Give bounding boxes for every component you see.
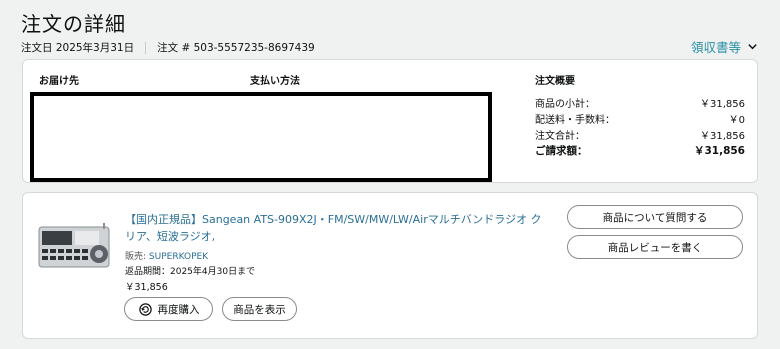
- grand-total-value: ￥31,856: [693, 145, 745, 157]
- view-item-label: 商品を表示: [233, 303, 286, 316]
- page-title: 注文の詳細: [21, 12, 126, 36]
- order-total-value: ￥31,856: [700, 131, 745, 142]
- return-deadline: 返品期間：2025年4月30日まで: [125, 267, 256, 277]
- order-item-card: 【国内正規品】Sangean ATS-909X2J・FM/SW/MW/LW/Ai…: [22, 192, 758, 339]
- write-review-button[interactable]: 商品レビューを書く: [567, 235, 743, 259]
- write-review-label: 商品レビューを書く: [607, 241, 703, 254]
- view-item-button[interactable]: 商品を表示: [222, 297, 297, 321]
- shipping-label: 配送料・手数料：: [535, 115, 615, 126]
- order-number: 注文 # 503-5557235-8697439: [157, 42, 315, 54]
- seller-label: 販売:: [125, 252, 147, 262]
- order-total-label: 注文合計：: [535, 131, 585, 142]
- item-title-link[interactable]: 【国内正規品】Sangean ATS-909X2J・FM/SW/MW/LW/Ai…: [125, 211, 545, 245]
- ship-to-heading: お届け先: [39, 76, 79, 87]
- grand-total-row: ご請求額： ￥31,856: [535, 143, 745, 158]
- subtotal-value: ￥31,856: [700, 99, 745, 110]
- order-summary-card: お届け先 支払い方法 注文概要 商品の小計： ￥31,856 配送料・手数料： …: [22, 59, 758, 183]
- shipping-row: 配送料・手数料： ￥0: [535, 111, 745, 126]
- order-meta: 注文日 2025年3月31日 注文 # 503-5557235-8697439: [21, 40, 315, 55]
- shipping-value: ￥0: [728, 115, 745, 126]
- product-image[interactable]: [37, 221, 111, 271]
- subtotal-label: 商品の小計：: [535, 99, 595, 110]
- ask-product-question-button[interactable]: 商品について質問する: [567, 205, 743, 229]
- buy-again-icon: [138, 302, 152, 316]
- item-price: ￥31,856: [125, 282, 168, 293]
- payment-method-heading: 支払い方法: [250, 76, 300, 87]
- subtotal-row: 商品の小計： ￥31,856: [535, 95, 745, 110]
- order-date: 注文日 2025年3月31日: [21, 42, 135, 54]
- grand-total-label: ご請求額：: [535, 145, 588, 157]
- ask-question-label: 商品について質問する: [602, 211, 708, 224]
- meta-divider: [145, 41, 147, 54]
- chevron-down-icon: [748, 44, 757, 50]
- buy-again-button[interactable]: 再度購入: [124, 297, 213, 321]
- seller-info: 販売: SUPERKOPEK: [125, 249, 208, 262]
- seller-name-link[interactable]: SUPERKOPEK: [149, 252, 208, 262]
- buy-again-label: 再度購入: [157, 303, 200, 316]
- redacted-address-box: [30, 92, 492, 182]
- order-total-row: 注文合計： ￥31,856: [535, 127, 745, 142]
- invoice-dropdown[interactable]: 領収書等: [691, 37, 758, 56]
- invoice-label: 領収書等: [690, 40, 741, 55]
- order-overview-heading: 注文概要: [535, 76, 575, 87]
